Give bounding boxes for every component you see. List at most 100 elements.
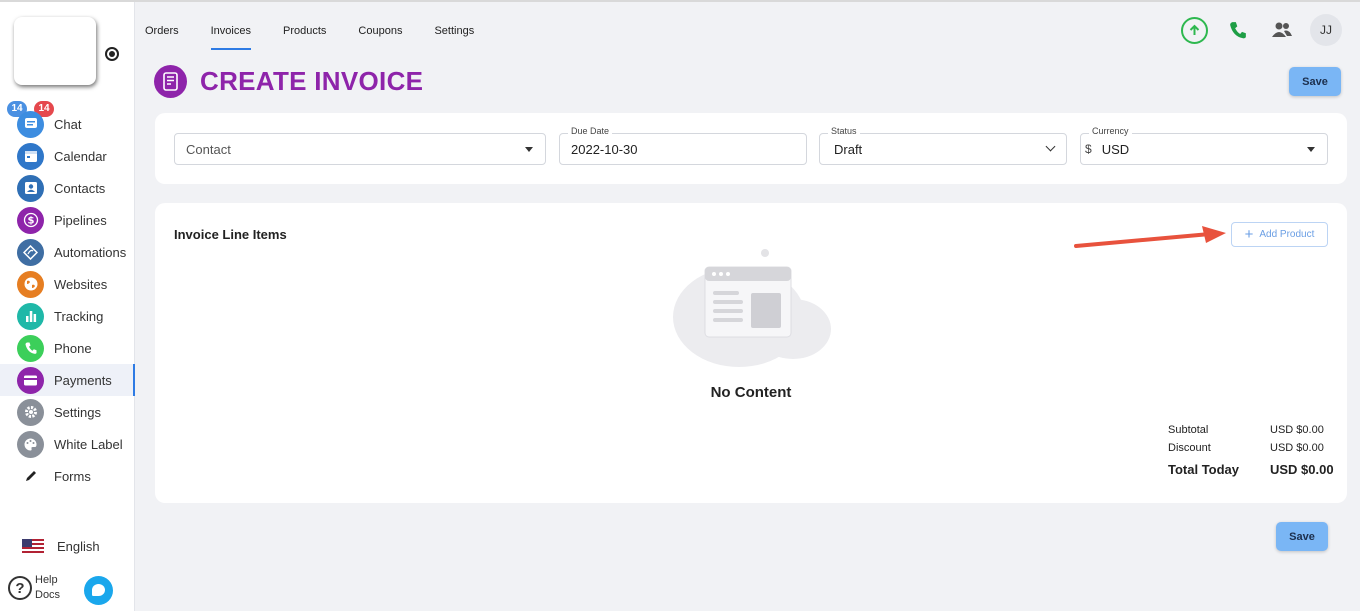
tab-invoices[interactable]: Invoices (210, 0, 252, 52)
contact-select[interactable]: Contact (174, 133, 546, 165)
header-actions: JJ (1166, 14, 1342, 46)
upload-arrow-icon (1180, 16, 1208, 44)
sidebar-item-phone[interactable]: Phone (0, 332, 135, 364)
sidebar-item-label: Automations (54, 244, 127, 260)
subtotal-row: Subtotal USD $0.00 (1168, 421, 1338, 439)
users-icon (1272, 22, 1292, 37)
help-docs-link[interactable]: ? Help Docs (8, 573, 60, 603)
discount-value: USD $0.00 (1270, 442, 1324, 454)
sidebar-item-settings[interactable]: Settings (0, 396, 135, 428)
sidebar-item-label: Forms (54, 468, 91, 484)
due-date-value: 2022-10-30 (571, 141, 638, 157)
pencil-icon (17, 462, 44, 490)
caret-down-icon (1307, 147, 1315, 152)
dollar-icon: $ (17, 206, 44, 234)
totals-summary: Subtotal USD $0.00 Discount USD $0.00 To… (1168, 421, 1338, 481)
bar-chart-icon (17, 302, 44, 330)
calendar-icon (17, 142, 44, 170)
invoice-details-card: Contact Due Date 2022-10-30 Status Draft… (155, 113, 1347, 184)
sidebar: 14 14 Chat Calendar Contacts $ Pipelines (0, 2, 135, 611)
credit-card-icon (17, 366, 44, 394)
annotation-arrow-icon (1074, 226, 1226, 248)
user-avatar[interactable]: JJ (1310, 14, 1342, 46)
sidebar-item-contacts[interactable]: Contacts (0, 172, 135, 204)
phone-button[interactable] (1222, 14, 1254, 46)
line-items-title: Invoice Line Items (174, 227, 287, 242)
location-switcher-icon[interactable] (105, 47, 119, 61)
sidebar-item-label: Tracking (54, 308, 104, 324)
due-date-field[interactable]: Due Date 2022-10-30 (559, 126, 807, 165)
invoice-icon (154, 65, 187, 98)
us-flag-icon (22, 539, 44, 554)
currency-select[interactable]: Currency $ USD (1080, 126, 1328, 165)
upload-button[interactable] (1178, 14, 1210, 46)
phone-icon (1230, 22, 1246, 39)
palette-icon (17, 430, 44, 458)
gear-icon (17, 398, 44, 426)
sidebar-item-automations[interactable]: Automations (0, 236, 135, 268)
team-button[interactable] (1266, 14, 1298, 46)
support-chat-icon[interactable] (84, 576, 113, 605)
sidebar-item-label: Phone (54, 340, 92, 356)
sidebar-item-label: Pipelines (54, 212, 107, 228)
discount-row: Discount USD $0.00 (1168, 439, 1338, 457)
svg-text:$: $ (27, 216, 34, 227)
help-line-2: Docs (35, 589, 61, 601)
currency-label: Currency (1089, 126, 1132, 136)
save-button-bottom[interactable]: Save (1276, 522, 1328, 551)
sidebar-item-label: Payments (54, 372, 112, 388)
empty-state-illustration (673, 249, 831, 367)
language-label: English (57, 539, 100, 554)
sidebar-nav: Chat Calendar Contacts $ Pipelines Autom… (0, 108, 135, 492)
sidebar-item-payments[interactable]: Payments (0, 364, 135, 396)
discount-label: Discount (1168, 442, 1211, 454)
subtotal-value: USD $0.00 (1270, 424, 1324, 436)
status-select[interactable]: Status Draft (819, 126, 1067, 165)
sidebar-item-calendar[interactable]: Calendar (0, 140, 135, 172)
phone-icon (17, 334, 44, 362)
help-icon: ? (8, 576, 32, 600)
sidebar-item-label: White Label (54, 436, 123, 452)
sidebar-item-websites[interactable]: Websites (0, 268, 135, 300)
help-line-1: Help (35, 574, 58, 586)
sidebar-item-chat[interactable]: Chat (0, 108, 135, 140)
sidebar-item-white-label[interactable]: White Label (0, 428, 135, 460)
sidebar-item-forms[interactable]: Forms (0, 460, 135, 492)
contacts-icon (17, 174, 44, 202)
currency-symbol: $ (1085, 142, 1092, 156)
status-value: Draft (834, 141, 863, 157)
help-text: Help Docs (35, 573, 60, 603)
sidebar-item-pipelines[interactable]: $ Pipelines (0, 204, 135, 236)
add-product-label: Add Product (1259, 229, 1315, 240)
currency-value: USD (1101, 141, 1130, 157)
sidebar-item-label: Websites (54, 276, 108, 292)
tab-coupons[interactable]: Coupons (358, 0, 402, 52)
sidebar-item-tracking[interactable]: Tracking (0, 300, 135, 332)
sidebar-item-label: Contacts (54, 180, 106, 196)
subtotal-label: Subtotal (1168, 424, 1209, 436)
total-value: USD $0.00 (1270, 461, 1334, 477)
page-title: CREATE INVOICE (200, 66, 424, 96)
language-selector[interactable]: English (22, 539, 100, 554)
contact-placeholder: Contact (186, 141, 231, 157)
tab-orders[interactable]: Orders (145, 0, 179, 52)
chevron-down-icon (1045, 141, 1056, 152)
company-logo[interactable] (14, 17, 96, 85)
status-label: Status (828, 126, 860, 136)
tab-settings[interactable]: Settings (434, 0, 474, 52)
payments-tabs: Orders Invoices Products Coupons Setting… (145, 0, 506, 52)
sidebar-item-label: Calendar (54, 148, 107, 164)
empty-state-text: No Content (710, 384, 792, 401)
total-row: Total Today USD $0.00 (1168, 457, 1338, 481)
globe-icon (17, 270, 44, 298)
due-date-label: Due Date (568, 126, 613, 136)
chat-icon (17, 110, 44, 138)
total-label: Total Today (1168, 461, 1240, 477)
sidebar-item-label: Chat (54, 116, 82, 132)
plus-icon: + (1244, 226, 1254, 243)
tab-products[interactable]: Products (283, 0, 326, 52)
add-product-button[interactable]: + Add Product (1231, 222, 1328, 247)
sidebar-item-label: Settings (54, 404, 101, 420)
save-button-top[interactable]: Save (1289, 67, 1341, 96)
caret-down-icon (525, 147, 533, 152)
